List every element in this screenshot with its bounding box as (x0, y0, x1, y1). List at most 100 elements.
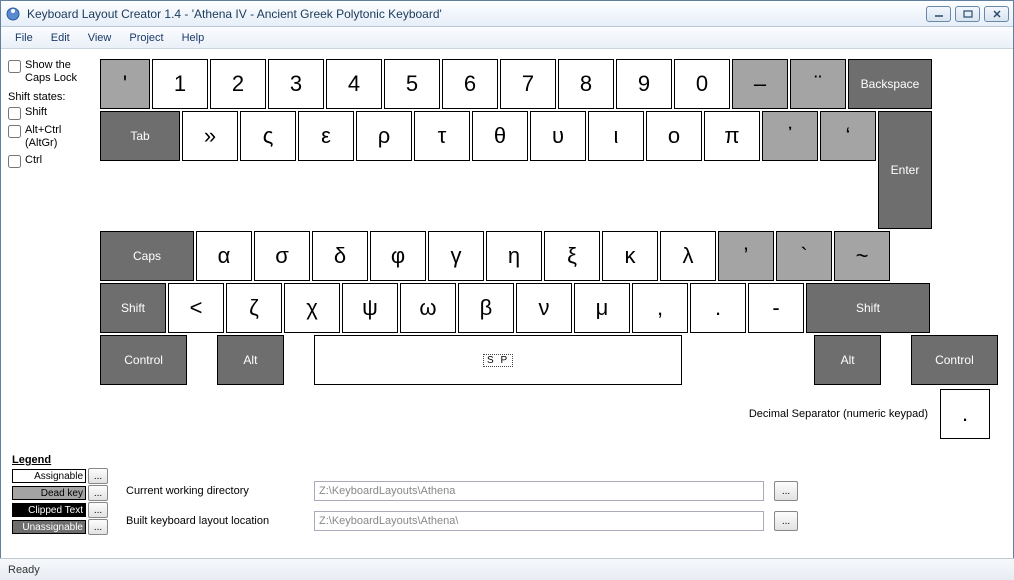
key-spacebar[interactable]: S P (314, 335, 683, 385)
key-char[interactable]: π (704, 111, 760, 161)
key-char[interactable]: ζ (226, 283, 282, 333)
spacebar-label: S P (483, 354, 513, 367)
legend-clipped-button[interactable]: ... (88, 502, 108, 518)
key-char[interactable]: β (458, 283, 514, 333)
ctrl-label: Ctrl (25, 154, 42, 167)
legend-assignable-button[interactable]: ... (88, 468, 108, 484)
key-char[interactable]: , (632, 283, 688, 333)
build-loc-browse-button[interactable]: ... (774, 511, 798, 531)
app-icon (5, 6, 21, 22)
key-char[interactable]: φ (370, 231, 426, 281)
shift-states-heading: Shift states: (8, 91, 96, 104)
maximize-button[interactable] (955, 6, 980, 22)
key-char[interactable]: 2 (210, 59, 266, 109)
key-char[interactable]: χ (284, 283, 340, 333)
key-char[interactable]: ο (646, 111, 702, 161)
cwd-browse-button[interactable]: ... (774, 481, 798, 501)
key-char[interactable]: - (748, 283, 804, 333)
menu-help[interactable]: Help (174, 30, 213, 46)
key-char[interactable]: ρ (356, 111, 412, 161)
key-caps[interactable]: Caps (100, 231, 194, 281)
key-char[interactable]: η (486, 231, 542, 281)
key-char[interactable]: ν (516, 283, 572, 333)
key-char[interactable]: 8 (558, 59, 614, 109)
key-alt[interactable]: Alt (814, 335, 881, 385)
keyboard-row-3: Capsασδφγηξκλ’`~ (100, 231, 1000, 281)
legend-title: Legend (12, 454, 108, 466)
build-loc-label: Built keyboard layout location (126, 515, 306, 527)
key-char[interactable]: α (196, 231, 252, 281)
keyboard-row-2: Tab»ςερτθυιοπ᾽‘Enter (100, 111, 1000, 229)
key-char[interactable]: 1 (152, 59, 208, 109)
key-char[interactable]: μ (574, 283, 630, 333)
ctrl-checkbox[interactable] (8, 155, 21, 168)
menu-edit[interactable]: Edit (43, 30, 78, 46)
key-control[interactable]: Control (911, 335, 998, 385)
key-char[interactable]: 6 (442, 59, 498, 109)
key-dead[interactable]: ` (776, 231, 832, 281)
key-control[interactable]: Control (100, 335, 187, 385)
show-caps-checkbox[interactable] (8, 60, 21, 73)
key-char[interactable]: < (168, 283, 224, 333)
menu-file[interactable]: File (7, 30, 41, 46)
key-enter[interactable]: Enter (878, 111, 932, 229)
key-dead[interactable]: ‒ (732, 59, 788, 109)
key-char[interactable]: 4 (326, 59, 382, 109)
menu-view[interactable]: View (80, 30, 120, 46)
key-char[interactable]: κ (602, 231, 658, 281)
paths-block: Current working directory Z:\KeyboardLay… (126, 481, 798, 541)
key-char[interactable]: ω (400, 283, 456, 333)
key-char[interactable]: 0 (674, 59, 730, 109)
decimal-separator-key[interactable]: . (940, 389, 990, 439)
key-backspace[interactable]: Backspace (848, 59, 932, 109)
key-char[interactable]: σ (254, 231, 310, 281)
key-dead[interactable]: ‘ (820, 111, 876, 161)
keyboard-row-5: Control Alt S P Alt Control (100, 335, 1000, 385)
key-alt[interactable]: Alt (217, 335, 284, 385)
key-char[interactable]: ψ (342, 283, 398, 333)
legend-clipped-swatch: Clipped Text (12, 503, 86, 517)
key-char[interactable]: » (182, 111, 238, 161)
shift-checkbox[interactable] (8, 107, 21, 120)
key-dead[interactable]: ~ (834, 231, 890, 281)
key-char[interactable]: τ (414, 111, 470, 161)
key-char[interactable]: 3 (268, 59, 324, 109)
close-button[interactable] (984, 6, 1009, 22)
key-dead[interactable]: ¨ (790, 59, 846, 109)
key-char[interactable]: γ (428, 231, 484, 281)
key-char[interactable]: 9 (616, 59, 672, 109)
key-dead[interactable]: ’ (718, 231, 774, 281)
build-loc-input[interactable]: Z:\KeyboardLayouts\Athena\ (314, 511, 764, 531)
key-char[interactable]: θ (472, 111, 528, 161)
legend-unassignable-button[interactable]: ... (88, 519, 108, 535)
key-char[interactable]: ι (588, 111, 644, 161)
key-char[interactable]: ε (298, 111, 354, 161)
cwd-input[interactable]: Z:\KeyboardLayouts\Athena (314, 481, 764, 501)
shift-state-panel: Show the Caps Lock Shift states: Shift A… (8, 59, 96, 172)
window-title: Keyboard Layout Creator 1.4 - 'Athena IV… (27, 7, 926, 21)
key-dead[interactable]: ᾽ (762, 111, 818, 161)
key-char[interactable]: 7 (500, 59, 556, 109)
statusbar: Ready (0, 558, 1014, 580)
minimize-button[interactable] (926, 6, 951, 22)
key-char[interactable]: ς (240, 111, 296, 161)
keyboard-row-4: Shift<ζχψωβνμ,.-Shift (100, 283, 1000, 333)
titlebar: Keyboard Layout Creator 1.4 - 'Athena IV… (1, 1, 1013, 27)
key-shift[interactable]: Shift (100, 283, 166, 333)
key-char[interactable]: . (690, 283, 746, 333)
key-tab[interactable]: Tab (100, 111, 180, 161)
menu-project[interactable]: Project (121, 30, 171, 46)
menubar: File Edit View Project Help (1, 27, 1013, 49)
key-char[interactable]: λ (660, 231, 716, 281)
keyboard-layout: '1234567890‒¨Backspace Tab»ςερτθυιοπ᾽‘En… (100, 59, 1000, 387)
key-shift[interactable]: Shift (806, 283, 930, 333)
legend-deadkey-button[interactable]: ... (88, 485, 108, 501)
key-dead[interactable]: ' (100, 59, 150, 109)
altgr-label: Alt+Ctrl (AltGr) (25, 124, 61, 150)
key-char[interactable]: δ (312, 231, 368, 281)
altgr-checkbox[interactable] (8, 125, 21, 138)
key-char[interactable]: ξ (544, 231, 600, 281)
key-char[interactable]: 5 (384, 59, 440, 109)
key-char[interactable]: υ (530, 111, 586, 161)
legend-assignable-swatch: Assignable (12, 469, 86, 483)
